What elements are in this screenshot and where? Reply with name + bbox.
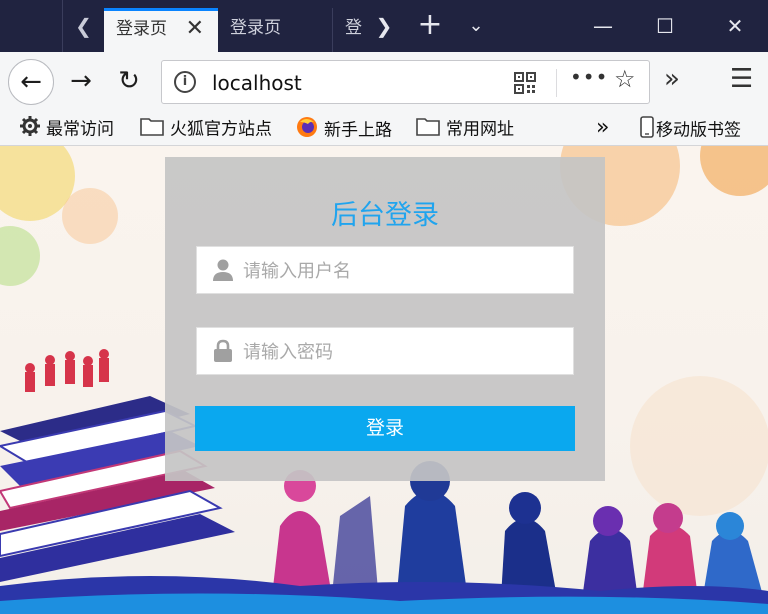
lock-icon bbox=[214, 339, 232, 362]
navigation-bar: ← → ↻ i localhost ••• ☆ » ☰ bbox=[0, 52, 768, 110]
bookmarks-bar: 最常访问 火狐官方站点 新手上路 常用网址 » 移动版书签 bbox=[0, 110, 768, 146]
tab-list-chevron-icon[interactable]: ⌄ bbox=[456, 0, 496, 52]
bookmark-label: 火狐官方站点 bbox=[170, 119, 272, 140]
firefox-icon bbox=[296, 116, 318, 145]
bookmark-label: 最常访问 bbox=[46, 119, 114, 140]
folder-icon bbox=[140, 116, 164, 143]
back-button[interactable]: ← bbox=[8, 59, 54, 105]
bookmark-label: 移动版书签 bbox=[656, 120, 741, 141]
bookmark-firefox-site[interactable]: 火狐官方站点 bbox=[140, 116, 272, 140]
login-form: 后台登录 登录 bbox=[165, 157, 605, 481]
tab-scroll-right-button[interactable]: ❯ bbox=[364, 0, 404, 52]
password-field[interactable] bbox=[196, 327, 574, 375]
page-content: 后台登录 登录 bbox=[0, 146, 768, 614]
tab-label: 登 bbox=[345, 18, 362, 38]
bookmarks-overflow-icon[interactable]: » bbox=[596, 116, 609, 140]
bookmark-getting-started[interactable]: 新手上路 bbox=[296, 116, 392, 141]
tab-close-icon[interactable]: ✕ bbox=[186, 11, 204, 47]
tab-strip: ❮ 登录页 ✕ 登录页 登 ❯ + ⌄ — ☐ ✕ bbox=[0, 0, 768, 52]
qr-code-icon[interactable] bbox=[514, 72, 536, 94]
url-text[interactable]: localhost bbox=[212, 71, 302, 95]
bookmark-star-icon[interactable]: ☆ bbox=[614, 65, 636, 93]
tab-label: 登录页 bbox=[230, 18, 281, 38]
bookmark-mobile[interactable]: 移动版书签 bbox=[640, 116, 741, 141]
tab-label: 登录页 bbox=[116, 19, 167, 39]
folder-icon bbox=[416, 116, 440, 143]
username-field[interactable] bbox=[196, 246, 574, 294]
forward-button[interactable]: → bbox=[58, 59, 104, 105]
url-bar-divider bbox=[556, 69, 557, 97]
bookmark-label: 常用网址 bbox=[446, 119, 514, 140]
mobile-icon bbox=[640, 116, 654, 145]
bookmark-label: 新手上路 bbox=[324, 120, 392, 141]
page-actions-more-icon[interactable]: ••• bbox=[570, 65, 608, 89]
tab-clipped[interactable]: 登 bbox=[332, 8, 364, 52]
bookmark-common-sites[interactable]: 常用网址 bbox=[416, 116, 514, 140]
login-title: 后台登录 bbox=[331, 200, 439, 231]
window-close-button[interactable]: ✕ bbox=[702, 0, 768, 52]
new-tab-button[interactable]: + bbox=[410, 0, 450, 52]
reload-button[interactable]: ↻ bbox=[106, 59, 152, 105]
username-input[interactable] bbox=[243, 255, 563, 287]
hamburger-menu-icon[interactable]: ☰ bbox=[730, 64, 753, 94]
tab-scroll-left-button[interactable]: ❮ bbox=[62, 0, 104, 52]
bookmark-most-visited[interactable]: 最常访问 bbox=[20, 116, 114, 140]
user-icon bbox=[213, 259, 233, 281]
password-input[interactable] bbox=[243, 336, 563, 368]
window-minimize-button[interactable]: — bbox=[570, 0, 636, 52]
gear-icon bbox=[20, 116, 40, 143]
window-maximize-button[interactable]: ☐ bbox=[632, 0, 698, 52]
url-bar[interactable]: i localhost ••• ☆ bbox=[161, 60, 650, 104]
toolbar-overflow-icon[interactable]: » bbox=[664, 64, 680, 94]
login-button[interactable]: 登录 bbox=[195, 406, 575, 451]
site-info-icon[interactable]: i bbox=[174, 71, 196, 93]
tab-active[interactable]: 登录页 ✕ bbox=[104, 8, 218, 52]
tab-inactive[interactable]: 登录页 bbox=[218, 8, 332, 52]
